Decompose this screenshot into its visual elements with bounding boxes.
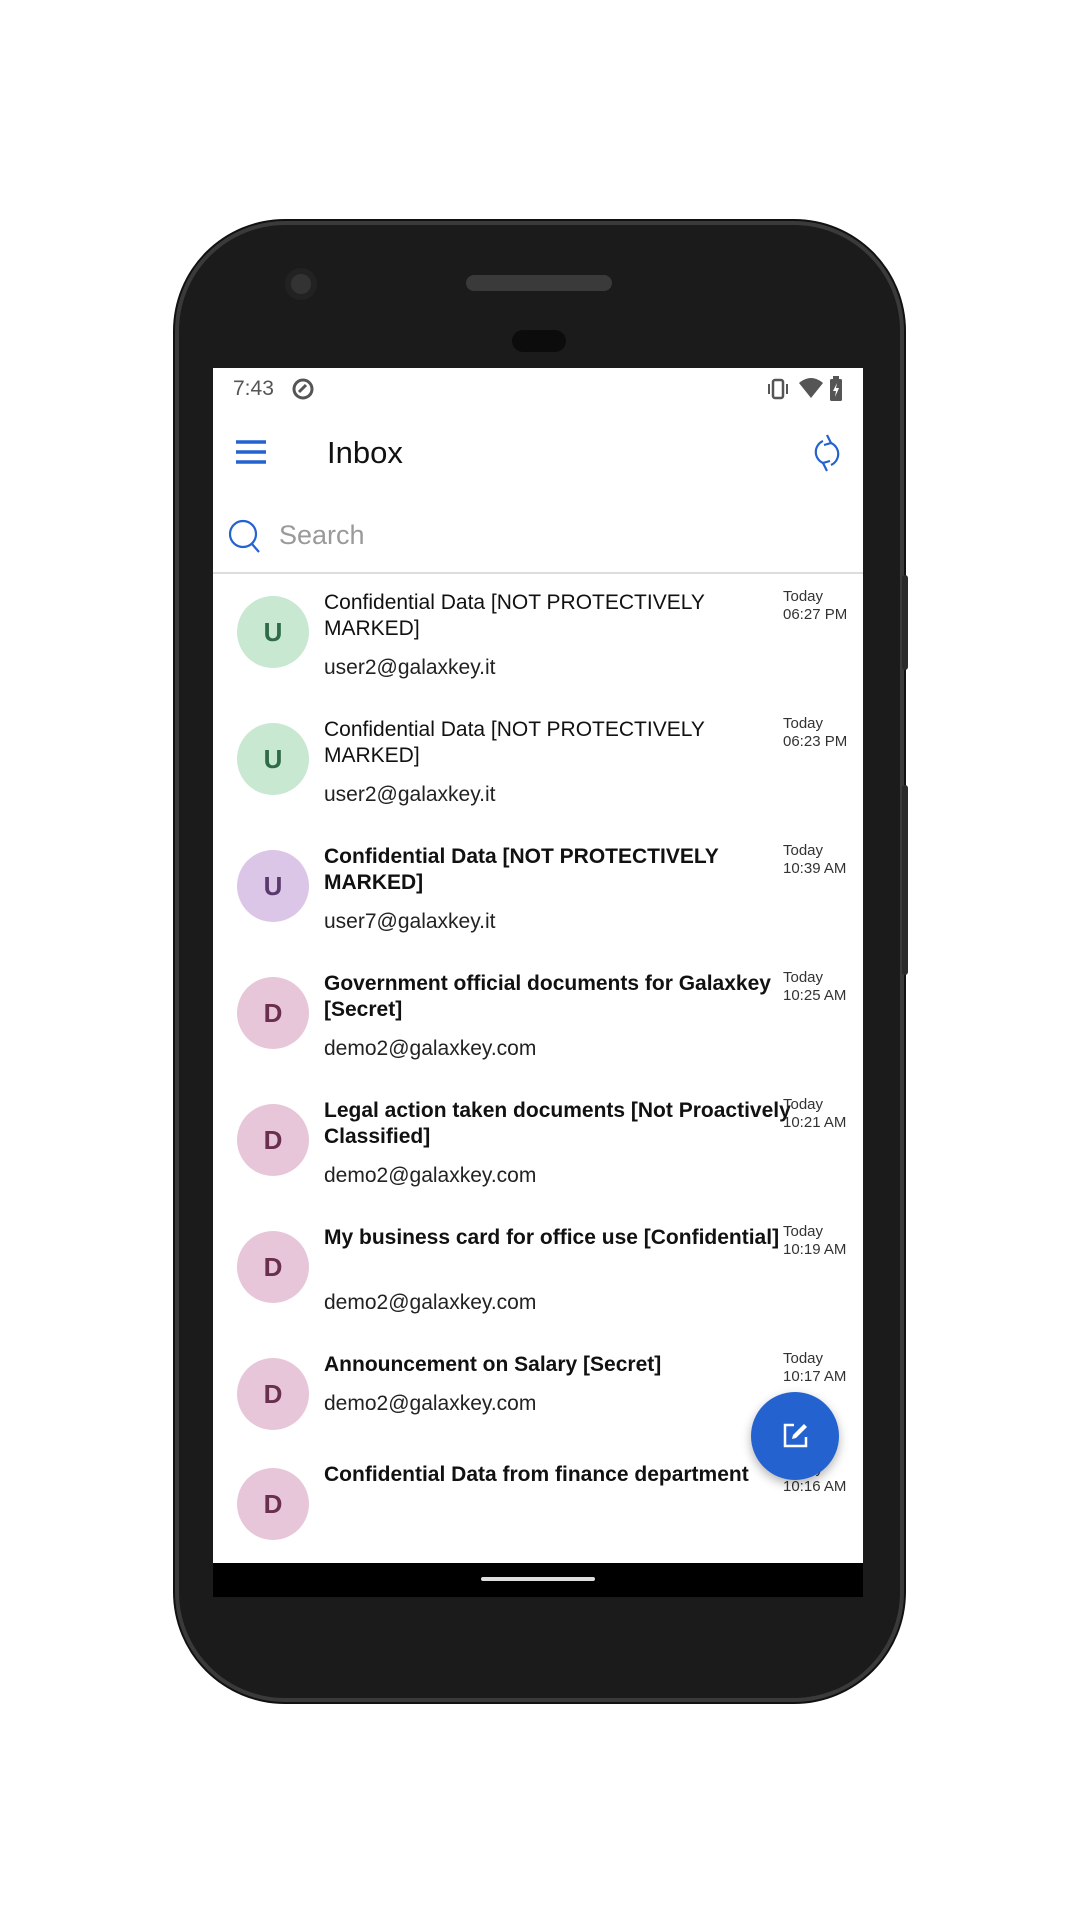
email-subject: My business card for office use [Confide… (324, 1226, 780, 1249)
email-time: 10:39 AM (783, 860, 847, 877)
email-row[interactable]: U Confidential Data [NOT PROTECTIVELY MA… (213, 701, 863, 828)
email-timestamp: Today 10:19 AM (783, 1223, 846, 1259)
status-time: 7:43 (233, 377, 274, 400)
email-row[interactable]: U Confidential Data [NOT PROTECTIVELY MA… (213, 828, 863, 955)
email-sender: demo2@galaxkey.com (324, 1164, 537, 1187)
email-subject: Confidential Data [NOT PROTECTIVELY MARK… (324, 845, 719, 894)
avatar: D (237, 1231, 309, 1303)
email-time: 10:17 AM (783, 1368, 847, 1385)
status-bar: 7:43 (213, 368, 863, 411)
email-time: 10:16 AM (783, 1478, 847, 1495)
email-timestamp: Today 06:23 PM (783, 715, 847, 751)
email-subject: Legal action taken documents [Not Proact… (324, 1099, 791, 1148)
email-sender: demo2@galaxkey.com (324, 1291, 537, 1314)
avatar: U (237, 723, 309, 795)
battery-icon (830, 376, 842, 401)
home-handle[interactable] (481, 1577, 595, 1581)
search-input[interactable] (279, 515, 779, 555)
email-day: Today (783, 842, 824, 859)
email-time: 10:19 AM (783, 1241, 847, 1258)
email-time: 06:27 PM (783, 606, 848, 623)
email-subject: Confidential Data [NOT PROTECTIVELY MARK… (324, 591, 705, 640)
avatar: D (237, 1358, 309, 1430)
email-row[interactable]: D My business card for office use [Confi… (213, 1209, 863, 1336)
email-day: Today (783, 1350, 824, 1367)
email-day: Today (783, 1223, 824, 1240)
navigation-bar (213, 1563, 863, 1597)
email-day: Today (783, 588, 824, 605)
email-timestamp: Today 06:27 PM (783, 588, 847, 624)
avatar: D (237, 1104, 309, 1176)
hamburger-icon[interactable] (235, 439, 267, 465)
email-row[interactable]: U Confidential Data [NOT PROTECTIVELY MA… (213, 574, 863, 701)
email-timestamp: Today 10:25 AM (783, 969, 846, 1005)
avatar: D (237, 977, 309, 1049)
email-subject: Announcement on Salary [Secret] (324, 1353, 662, 1376)
toolbar: Inbox (213, 411, 863, 497)
email-sender: user2@galaxkey.it (324, 783, 496, 806)
email-timestamp: Today 10:21 AM (783, 1096, 846, 1132)
email-timestamp: Today 10:39 AM (783, 842, 846, 878)
email-time: 06:23 PM (783, 733, 848, 750)
email-sender: demo2@galaxkey.com (324, 1037, 537, 1060)
email-sender: demo2@galaxkey.com (324, 1392, 537, 1415)
search-icon (228, 519, 260, 553)
earpiece-speaker (466, 275, 612, 291)
avatar: U (237, 596, 309, 668)
wifi-icon (799, 378, 823, 398)
compose-button[interactable] (751, 1392, 839, 1480)
vibrate-icon (768, 378, 788, 400)
email-sender: user2@galaxkey.it (324, 656, 496, 679)
avatar: U (237, 850, 309, 922)
email-subject: Confidential Data from finance departmen… (324, 1463, 749, 1486)
email-day: Today (783, 1096, 824, 1113)
email-timestamp: Today 10:17 AM (783, 1350, 846, 1386)
search-bar (213, 497, 863, 574)
email-time: 10:21 AM (783, 1114, 847, 1131)
email-subject: Government official documents for Galaxk… (324, 972, 771, 1021)
sync-icon[interactable] (813, 433, 841, 473)
proximity-sensor (512, 330, 566, 352)
volume-button (902, 785, 908, 975)
compose-icon (783, 1423, 808, 1448)
front-camera (285, 268, 317, 300)
screen: 7:43 Inbox U Confidential Data [NOT PROT… (213, 368, 863, 1563)
page-title: Inbox (327, 435, 403, 470)
email-row[interactable]: D Legal action taken documents [Not Proa… (213, 1082, 863, 1209)
email-subject: Confidential Data [NOT PROTECTIVELY MARK… (324, 718, 705, 767)
email-day: Today (783, 969, 824, 986)
email-day: Today (783, 715, 824, 732)
power-button (902, 575, 908, 670)
email-row[interactable]: D Government official documents for Gala… (213, 955, 863, 1082)
email-sender: user7@galaxkey.it (324, 910, 496, 933)
avatar: D (237, 1468, 309, 1540)
email-time: 10:25 AM (783, 987, 847, 1004)
data-saver-icon (292, 378, 314, 400)
